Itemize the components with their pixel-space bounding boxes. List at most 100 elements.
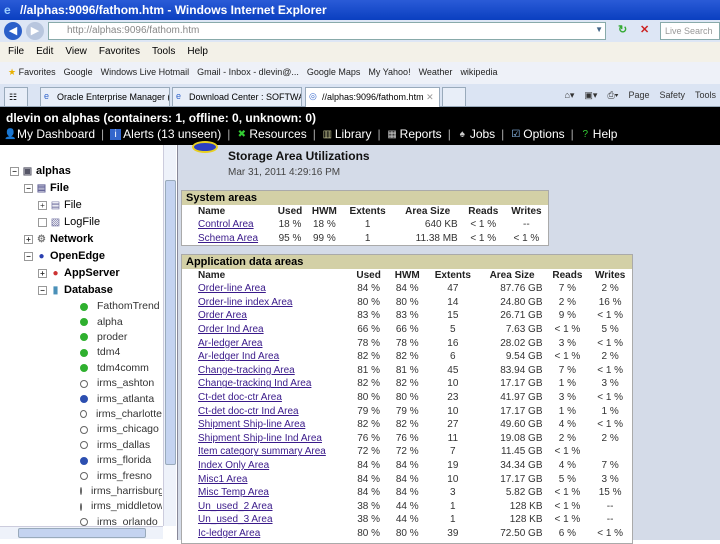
column-header[interactable]: Reads bbox=[547, 269, 589, 282]
expand-icon[interactable]: + bbox=[38, 201, 47, 210]
fav-google-maps[interactable]: Google Maps bbox=[307, 67, 361, 79]
database-node[interactable]: irms_chicago bbox=[10, 422, 162, 437]
area-link[interactable]: Misc Temp Area bbox=[198, 487, 269, 498]
area-link[interactable]: Order Ind Area bbox=[198, 324, 264, 335]
database-node[interactable]: proder bbox=[10, 330, 162, 345]
fav-hotmail[interactable]: Windows Live Hotmail bbox=[101, 67, 190, 79]
database-node[interactable]: irms_fresno bbox=[10, 468, 162, 483]
column-header[interactable]: HWM bbox=[307, 205, 341, 218]
menu-edit[interactable]: Edit bbox=[36, 46, 53, 58]
fav-wikipedia[interactable]: wikipedia bbox=[460, 67, 497, 79]
database-node[interactable]: irms_harrisburg bbox=[10, 484, 162, 499]
fav-my-yahoo[interactable]: My Yahoo! bbox=[368, 67, 410, 79]
expand-icon[interactable]: + bbox=[24, 235, 33, 244]
database-node[interactable]: tdm4comm bbox=[10, 361, 162, 376]
area-link[interactable]: Change-tracking Ind Area bbox=[198, 378, 311, 389]
safety-menu[interactable]: Safety bbox=[659, 90, 685, 101]
forward-button[interactable]: ▶ bbox=[26, 22, 44, 40]
stop-icon[interactable]: ✕ bbox=[640, 23, 649, 36]
database-node[interactable]: irms_ashton bbox=[10, 376, 162, 391]
area-link[interactable]: Item category summary Area bbox=[198, 446, 326, 457]
tree-horizontal-scrollbar[interactable] bbox=[0, 526, 163, 539]
page-menu[interactable]: Page bbox=[628, 90, 649, 101]
nav-user[interactable]: 👤 My Dashboard bbox=[4, 127, 95, 141]
column-header[interactable]: Reads bbox=[462, 205, 505, 218]
tab-fathom[interactable]: ◎ //alphas:9096/fathom.htm ✕ bbox=[305, 87, 440, 107]
nav-alert[interactable]: i Alerts (13 unseen) bbox=[110, 127, 221, 141]
quick-tabs-button[interactable]: ☷ bbox=[4, 87, 28, 107]
fav-weather[interactable]: Weather bbox=[419, 67, 453, 79]
database-node[interactable]: irms_dallas bbox=[10, 438, 162, 453]
tools-menu[interactable]: Tools bbox=[695, 90, 716, 101]
column-header[interactable]: HWM bbox=[387, 269, 428, 282]
area-link[interactable]: Order-line Area bbox=[198, 283, 266, 294]
area-link[interactable]: Ar-ledger Area bbox=[198, 338, 262, 349]
area-link[interactable]: Ar-ledger Ind Area bbox=[198, 351, 279, 362]
favorites-button[interactable]: ★ Favorites bbox=[8, 67, 56, 79]
column-header[interactable]: Writes bbox=[505, 205, 548, 218]
database-node[interactable]: irms_middletown bbox=[10, 499, 162, 514]
database-node[interactable]: irms_atlanta bbox=[10, 391, 162, 406]
area-link[interactable]: Order-line index Area bbox=[198, 297, 293, 308]
refresh-icon[interactable]: ↻ bbox=[618, 23, 627, 36]
column-header[interactable]: Name bbox=[182, 205, 273, 218]
area-link[interactable]: Change-tracking Area bbox=[198, 365, 295, 376]
area-link[interactable]: Order Area bbox=[198, 310, 247, 321]
nav-options[interactable]: ☑ Options bbox=[510, 127, 564, 141]
column-header[interactable]: Writes bbox=[588, 269, 632, 282]
collapse-icon[interactable]: − bbox=[10, 167, 19, 176]
column-header[interactable]: Name bbox=[182, 269, 351, 282]
tab-download-center[interactable]: e Download Center : SOFTWA... bbox=[172, 87, 302, 107]
feeds-icon[interactable]: ▣▾ bbox=[584, 90, 597, 101]
menu-tools[interactable]: Tools bbox=[152, 46, 175, 58]
nav-jobs[interactable]: ♠ Jobs bbox=[457, 127, 496, 141]
tree-node[interactable]: + ⚙ Network bbox=[10, 231, 162, 248]
tree-node[interactable]: − ▤ File bbox=[10, 180, 162, 197]
database-node[interactable]: irms_orlando bbox=[10, 514, 162, 526]
database-node[interactable]: irms_florida bbox=[10, 453, 162, 468]
tree-node[interactable]: + ▤ File bbox=[10, 197, 162, 214]
expand-icon[interactable]: + bbox=[38, 269, 47, 278]
nav-help[interactable]: ? Help bbox=[580, 127, 618, 141]
menu-file[interactable]: File bbox=[8, 46, 24, 58]
column-header[interactable]: Area Size bbox=[394, 205, 462, 218]
nav-resources[interactable]: ✖ Resources bbox=[236, 127, 307, 141]
area-link[interactable]: Misc1 Area bbox=[198, 474, 247, 485]
menu-view[interactable]: View bbox=[65, 46, 87, 58]
tab-oracle[interactable]: e Oracle Enterprise Manager (... bbox=[40, 87, 170, 107]
new-tab-button[interactable] bbox=[442, 87, 466, 107]
column-header[interactable]: Extents bbox=[428, 269, 478, 282]
tree-node[interactable]: − ● OpenEdge bbox=[10, 248, 162, 265]
chevron-down-icon[interactable]: ▼ bbox=[595, 25, 603, 34]
scroll-thumb[interactable] bbox=[165, 180, 176, 465]
collapse-icon[interactable]: − bbox=[24, 184, 33, 193]
area-link[interactable]: Shipment Ship-line Area bbox=[198, 419, 305, 430]
home-icon[interactable]: ⌂▾ bbox=[564, 90, 574, 101]
area-link[interactable]: Schema Area bbox=[198, 233, 258, 244]
scroll-thumb[interactable] bbox=[18, 528, 146, 538]
tree-vertical-scrollbar[interactable] bbox=[163, 145, 176, 526]
area-link[interactable]: Shipment Ship-line Ind Area bbox=[198, 433, 322, 444]
menu-favorites[interactable]: Favorites bbox=[99, 46, 140, 58]
fav-google[interactable]: Google bbox=[64, 67, 93, 79]
tree-node[interactable]: + ● AppServer bbox=[10, 265, 162, 282]
database-node[interactable]: FathomTrend bbox=[10, 299, 162, 314]
area-link[interactable]: Un_used_3 Area bbox=[198, 514, 273, 525]
area-link[interactable]: Control Area bbox=[198, 219, 254, 230]
column-header[interactable]: Extents bbox=[342, 205, 394, 218]
close-tab-icon[interactable]: ✕ bbox=[426, 92, 434, 102]
nav-library[interactable]: ▥ Library bbox=[322, 127, 372, 141]
menu-help[interactable]: Help bbox=[187, 46, 208, 58]
database-node[interactable]: irms_charlotte bbox=[10, 407, 162, 422]
column-header[interactable]: Used bbox=[273, 205, 307, 218]
url-input[interactable]: http://alphas:9096/fathom.htm ▼ bbox=[48, 22, 606, 40]
column-header[interactable]: Used bbox=[351, 269, 387, 282]
tree-node[interactable]: ▧ LogFile bbox=[10, 214, 162, 231]
area-link[interactable]: Index Only Area bbox=[198, 460, 269, 471]
fav-gmail[interactable]: Gmail - Inbox - dlevin@... bbox=[197, 67, 299, 79]
search-input[interactable]: Live Search bbox=[660, 22, 720, 40]
tree-node[interactable]: − ▣ alphas bbox=[10, 163, 162, 180]
print-icon[interactable]: ⎙▾ bbox=[607, 90, 618, 101]
area-link[interactable]: Ic-ledger Area bbox=[198, 528, 260, 539]
database-node[interactable]: alpha bbox=[10, 314, 162, 329]
